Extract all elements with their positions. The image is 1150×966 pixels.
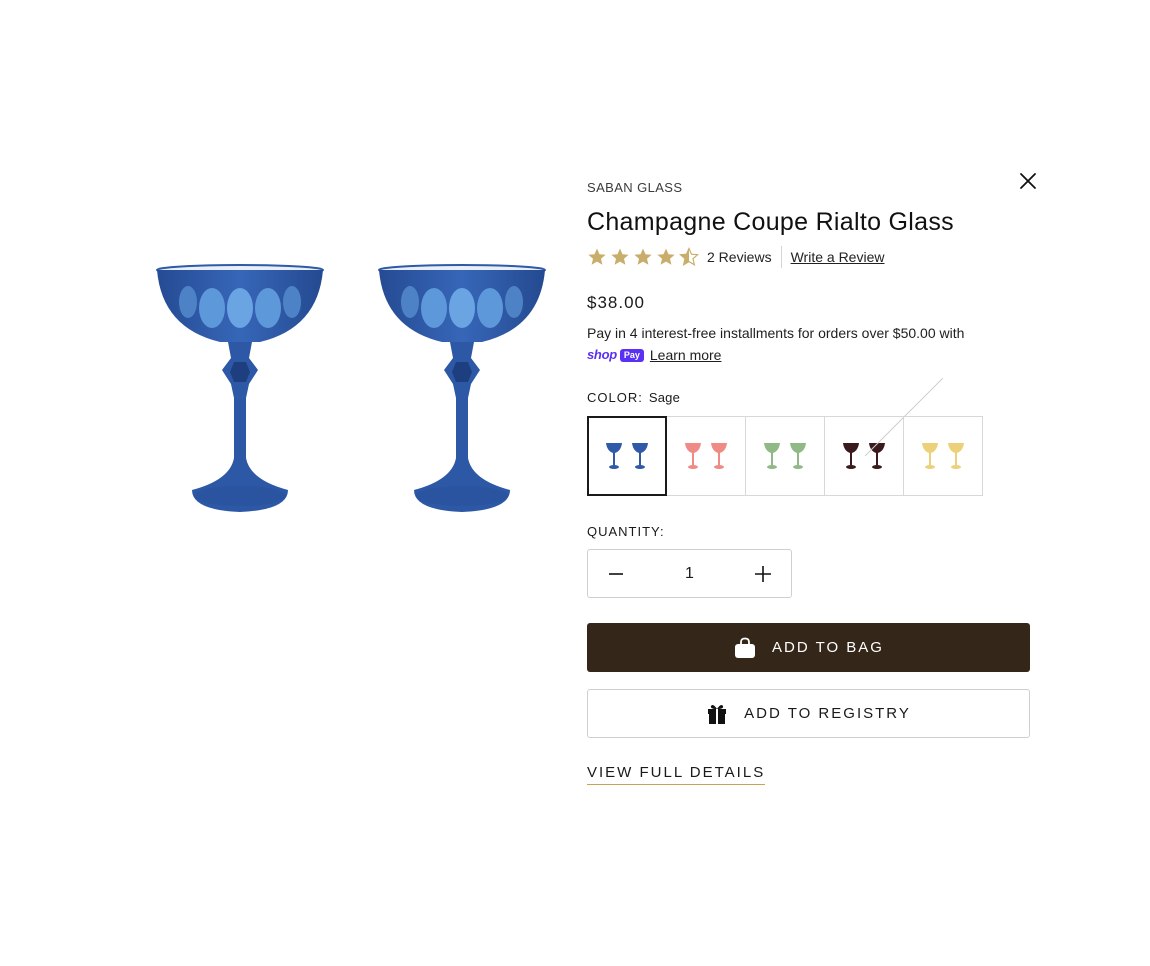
swatch-green[interactable] (745, 416, 825, 496)
add-to-bag-label: ADD TO BAG (772, 639, 884, 656)
color-label-row: COLOR: Sage (587, 389, 1032, 407)
minus-icon (609, 572, 623, 575)
learn-more-link[interactable]: Learn more (650, 344, 722, 366)
star-rating[interactable] (587, 247, 699, 267)
swatch-pink[interactable] (666, 416, 746, 496)
star-half-icon (679, 247, 699, 267)
quantity-label: QUANTITY: (587, 524, 665, 539)
color-label: COLOR: (587, 390, 643, 405)
product-info-panel: SABAN GLASS Champagne Coupe Rialto Glass… (587, 180, 1032, 785)
view-full-details-link[interactable]: VIEW FULL DETAILS (587, 764, 766, 785)
divider (780, 246, 782, 268)
add-to-bag-button[interactable]: ADD TO BAG (587, 623, 1030, 672)
selected-color: Sage (648, 390, 681, 405)
color-swatches (587, 378, 1032, 496)
swatch-yellow[interactable] (865, 378, 983, 496)
shop-pay-logo: shop (587, 347, 617, 362)
quantity-stepper: 1 (587, 549, 792, 598)
rating-row: 2 Reviews Write a Review (587, 246, 1032, 268)
quantity-decrease-button[interactable] (588, 550, 644, 597)
write-review-link[interactable]: Write a Review (791, 249, 885, 265)
add-to-registry-button[interactable]: ADD TO REGISTRY (587, 689, 1030, 738)
installments-text: Pay in 4 interest-free installments for … (587, 325, 965, 341)
product-image (150, 258, 550, 520)
swatch-glasses-blue (606, 443, 648, 469)
sold-out-slash (865, 378, 943, 456)
swatch-glasses-pink (685, 443, 727, 469)
add-to-registry-label: ADD TO REGISTRY (744, 705, 911, 722)
swatch-glasses-green (764, 443, 806, 469)
installments-info: Pay in 4 interest-free installments for … (587, 322, 1032, 366)
swatch-blue[interactable] (587, 416, 667, 496)
plus-icon (755, 565, 771, 582)
quantity-increase-button[interactable] (735, 550, 791, 597)
star-icon (611, 248, 629, 265)
shop-pay-row: shop Pay Learn more (587, 344, 1032, 366)
vendor-name[interactable]: SABAN GLASS (587, 180, 1032, 196)
shop-pay-badge: Pay (619, 348, 644, 362)
coupe-glasses-illustration (156, 264, 546, 512)
gift-icon (708, 704, 727, 724)
star-icon (588, 248, 606, 265)
quantity-input[interactable]: 1 (644, 565, 735, 583)
product-title: Champagne Coupe Rialto Glass (587, 208, 954, 236)
review-count[interactable]: 2 Reviews (707, 249, 772, 265)
product-price: $38.00 (587, 293, 645, 312)
star-icon (634, 248, 652, 265)
star-icon (657, 248, 675, 265)
bag-icon (735, 637, 755, 658)
